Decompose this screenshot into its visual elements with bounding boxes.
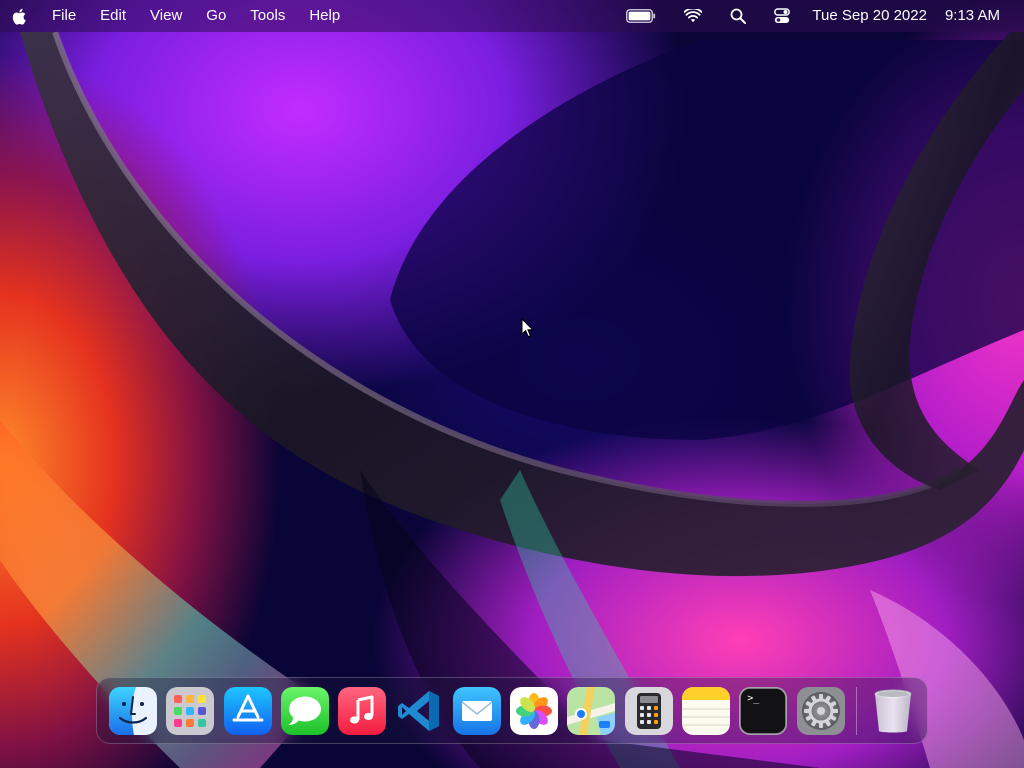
gear-icon[interactable] [796, 686, 845, 735]
menu-bar-status: Tue Sep 20 2022 9:13 AM [612, 0, 1024, 32]
launchpad-icon[interactable] [166, 686, 215, 735]
menu-tools[interactable]: Tools [238, 0, 297, 32]
menu-edit[interactable]: Edit [88, 0, 138, 32]
desktop-wallpaper [0, 0, 1024, 768]
wallpaper-shapes [0, 31, 1024, 768]
vscode-icon[interactable] [395, 687, 443, 735]
music-icon[interactable] [338, 686, 387, 735]
calculator-icon[interactable] [624, 686, 673, 735]
menu-help[interactable]: Help [297, 0, 352, 32]
finder-icon[interactable] [109, 686, 157, 735]
dock: >_ [96, 677, 928, 744]
maps-icon[interactable] [567, 686, 616, 735]
terminal-prompt: >_ [747, 692, 760, 704]
messages-icon[interactable] [280, 686, 329, 735]
mail-icon[interactable] [452, 686, 501, 735]
menu-bar-time[interactable]: 9:13 AM [945, 0, 1000, 32]
menu-bar-date[interactable]: Tue Sep 20 2022 [812, 0, 927, 32]
photos-icon[interactable] [510, 686, 559, 735]
menu-bar-left: File Edit View Go Tools Help [0, 0, 352, 32]
mouse-cursor-icon [521, 318, 535, 338]
dock-separator [855, 686, 857, 735]
menu-view[interactable]: View [138, 0, 194, 32]
menu-go[interactable]: Go [194, 0, 238, 32]
menu-bar: File Edit View Go Tools Help Tue Sep 20 … [0, 0, 1024, 32]
wifi-icon[interactable] [684, 0, 703, 32]
search-icon[interactable] [730, 0, 747, 32]
menu-file[interactable]: File [40, 0, 88, 32]
battery-icon[interactable] [626, 0, 656, 32]
notes-icon[interactable] [681, 686, 730, 735]
terminal-icon[interactable]: >_ [739, 686, 788, 735]
apple-logo-icon[interactable] [11, 7, 27, 25]
control-center-icon[interactable] [774, 0, 791, 32]
trash-icon[interactable] [869, 687, 917, 735]
app-store-icon[interactable] [223, 686, 272, 735]
